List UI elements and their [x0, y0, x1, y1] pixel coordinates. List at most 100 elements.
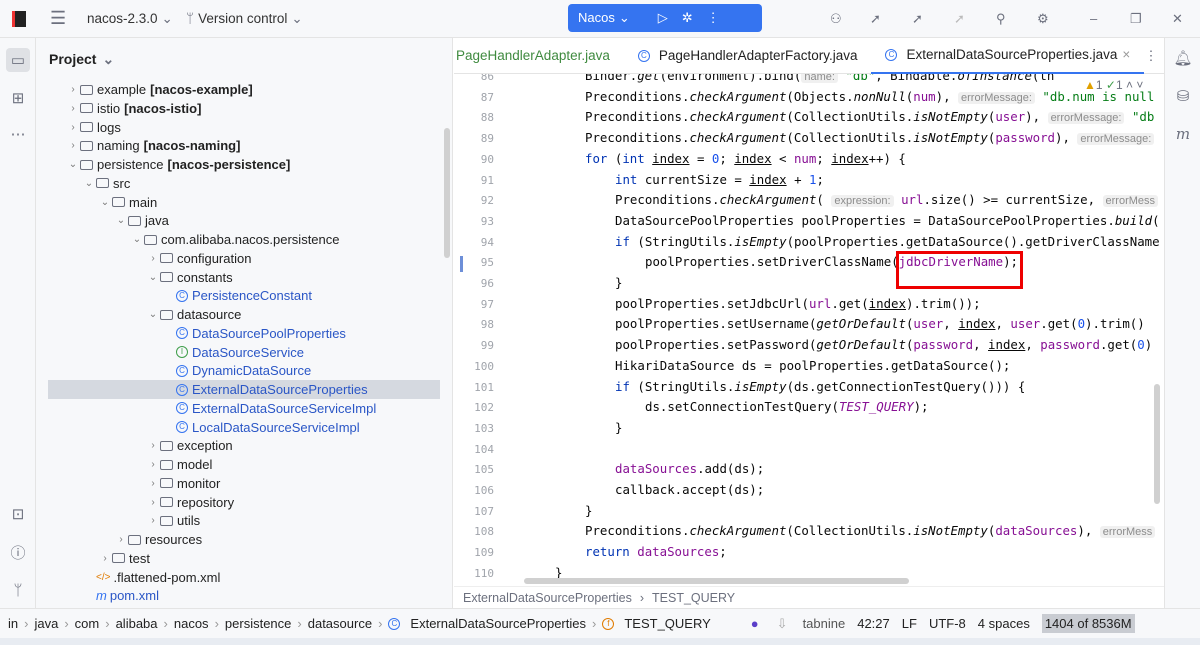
ai-assistant-icon[interactable]: ●	[751, 616, 759, 631]
horizontal-scrollbar[interactable]	[524, 578, 909, 584]
tree-item[interactable]: C DynamicDataSource	[48, 361, 440, 380]
close-tab-icon[interactable]: ×	[1122, 47, 1130, 62]
status-breadcrumb-item[interactable]: in	[8, 616, 18, 631]
vertical-scrollbar[interactable]	[1154, 384, 1160, 504]
search-icon[interactable]: ⚲	[996, 11, 1006, 27]
tabnine-status[interactable]: tabnine	[803, 616, 846, 631]
close-icon[interactable]: ✕	[1172, 11, 1183, 27]
status-breadcrumb-item[interactable]: java	[34, 616, 58, 631]
tree-item[interactable]: › istio [nacos-istio]	[48, 99, 440, 118]
status-breadcrumb-item[interactable]: datasource	[308, 616, 372, 631]
expand-arrow-icon[interactable]: ›	[98, 553, 112, 564]
status-breadcrumb-item[interactable]: alibaba	[116, 616, 158, 631]
update-icon[interactable]: ⇩	[777, 616, 788, 632]
tree-item[interactable]: ⌄ java	[48, 211, 440, 230]
tree-item[interactable]: C ExternalDataSourceProperties	[48, 380, 440, 399]
expand-arrow-icon[interactable]: ›	[146, 478, 160, 489]
expand-arrow-icon[interactable]: ›	[146, 440, 160, 451]
debug-icon[interactable]: ✲	[682, 10, 693, 26]
expand-arrow-icon[interactable]: ⌄	[66, 159, 80, 170]
more-tools-icon[interactable]: ⋯	[6, 122, 30, 146]
expand-arrow-icon[interactable]: ›	[146, 515, 160, 526]
status-breadcrumb-item[interactable]: TEST_QUERY	[624, 616, 710, 631]
tree-item[interactable]: </> .flattened-pom.xml	[48, 568, 440, 587]
maximize-icon[interactable]: ❐	[1130, 11, 1142, 27]
tree-item[interactable]: ⌄ src	[48, 174, 440, 193]
tree-item[interactable]: › test	[48, 549, 440, 568]
minimize-icon[interactable]: –	[1090, 11, 1097, 26]
expand-arrow-icon[interactable]: ⌄	[98, 197, 112, 208]
tree-item[interactable]: › repository	[48, 493, 440, 512]
problems-icon[interactable]: ⓘ	[6, 540, 30, 564]
expand-arrow-icon[interactable]: ⌄	[82, 178, 96, 189]
tab-externaldatasourceproperties[interactable]: C ExternalDataSourceProperties.java ×	[871, 38, 1145, 74]
tree-item[interactable]: › utils	[48, 511, 440, 530]
tree-scrollbar[interactable]	[444, 128, 450, 258]
run-icon[interactable]: ▷	[658, 10, 668, 26]
tree-item[interactable]: › resources	[48, 530, 440, 549]
project-switcher[interactable]: nacos-2.3.0 ⌄	[87, 11, 173, 27]
status-breadcrumb-item[interactable]: com	[75, 616, 100, 631]
expand-arrow-icon[interactable]: ⌄	[114, 215, 128, 226]
tree-item[interactable]: C PersistenceConstant	[48, 286, 440, 305]
tree-item[interactable]: I DataSourceService	[48, 343, 440, 362]
expand-arrow-icon[interactable]: ›	[66, 103, 80, 114]
intellij-logo-icon[interactable]	[12, 10, 26, 27]
tree-item[interactable]: C DataSourcePoolProperties	[48, 324, 440, 343]
tree-item[interactable]: › model	[48, 455, 440, 474]
tree-item[interactable]: › logs	[48, 118, 440, 137]
tree-item[interactable]: › configuration	[48, 249, 440, 268]
expand-arrow-icon[interactable]: ⌄	[146, 272, 160, 283]
tree-item[interactable]: ⌄ persistence [nacos-persistence]	[48, 155, 440, 174]
tree-item[interactable]: ⌄ com.alibaba.nacos.persistence	[48, 230, 440, 249]
expand-arrow-icon[interactable]: ›	[146, 497, 160, 508]
line-separator[interactable]: LF	[902, 616, 917, 631]
expand-arrow-icon[interactable]: ›	[114, 534, 128, 545]
run-config-selector[interactable]: Nacos ⌄	[578, 10, 630, 26]
code-editor[interactable]: ▲1 ✓1 ˄ ˅ 86 Binder.get(environment).bind…	[454, 74, 1164, 586]
tree-item[interactable]: › exception	[48, 436, 440, 455]
expand-arrow-icon[interactable]: ⌄	[130, 234, 144, 245]
expand-arrow-icon[interactable]: ›	[66, 122, 80, 133]
maven-icon[interactable]: m	[1171, 122, 1195, 146]
add-user-icon[interactable]: ⚇	[830, 11, 842, 27]
tree-item[interactable]: ⌄ constants	[48, 268, 440, 287]
cursor-position[interactable]: 42:27	[857, 616, 890, 631]
main-menu-icon[interactable]: ☰	[50, 8, 66, 29]
tree-item[interactable]: C ExternalDataSourceServiceImpl	[48, 399, 440, 418]
tab-pagehandleradapter[interactable]: PageHandlerAdapter.java	[454, 38, 624, 74]
memory-indicator[interactable]: 1404 of 8536M	[1041, 614, 1135, 633]
deploy-disabled-icon[interactable]: ➚	[954, 11, 965, 27]
tree-item[interactable]: › monitor	[48, 474, 440, 493]
status-breadcrumb-item[interactable]: ExternalDataSourceProperties	[410, 616, 586, 631]
expand-arrow-icon[interactable]: ⌄	[146, 309, 160, 320]
breadcrumb-field[interactable]: TEST_QUERY	[652, 591, 735, 605]
file-encoding[interactable]: UTF-8	[929, 616, 966, 631]
notifications-icon[interactable]: 🔔︎	[1171, 46, 1195, 70]
structure-icon[interactable]: ⊞	[6, 86, 30, 110]
project-folder-icon[interactable]: ▭	[6, 48, 30, 72]
tab-pagehandleradapterfactory[interactable]: C PageHandlerAdapterFactory.java	[624, 38, 872, 74]
expand-arrow-icon[interactable]: ›	[66, 84, 80, 95]
tree-item[interactable]: C LocalDataSourceServiceImpl	[48, 418, 440, 437]
git-icon[interactable]: ᛘ	[6, 578, 30, 602]
deploy-alt-icon[interactable]: ➚	[912, 11, 923, 27]
vcs-menu[interactable]: ᛘ Version control ⌄	[186, 11, 303, 27]
tree-item[interactable]: › example [nacos-example]	[48, 80, 440, 99]
expand-arrow-icon[interactable]: ›	[66, 140, 80, 151]
deploy-icon[interactable]: ➚	[870, 11, 881, 27]
breadcrumb-class[interactable]: ExternalDataSourceProperties	[463, 591, 632, 605]
status-breadcrumb-item[interactable]: persistence	[225, 616, 291, 631]
database-icon[interactable]: ⛁	[1171, 84, 1195, 108]
tree-item[interactable]: ⌄ datasource	[48, 305, 440, 324]
tabs-more-icon[interactable]: ⋮	[1144, 48, 1158, 64]
more-icon[interactable]: ⋮	[707, 10, 720, 26]
tree-item[interactable]: › naming [nacos-naming]	[48, 136, 440, 155]
indent-setting[interactable]: 4 spaces	[978, 616, 1030, 631]
project-panel-header[interactable]: Project ⌄	[36, 38, 452, 80]
settings-icon[interactable]: ⚙	[1037, 11, 1049, 27]
terminal-icon[interactable]: ⊡	[6, 502, 30, 526]
tree-item[interactable]: m pom.xml	[48, 586, 440, 605]
tree-item[interactable]: ⌄ main	[48, 193, 440, 212]
expand-arrow-icon[interactable]: ›	[146, 459, 160, 470]
